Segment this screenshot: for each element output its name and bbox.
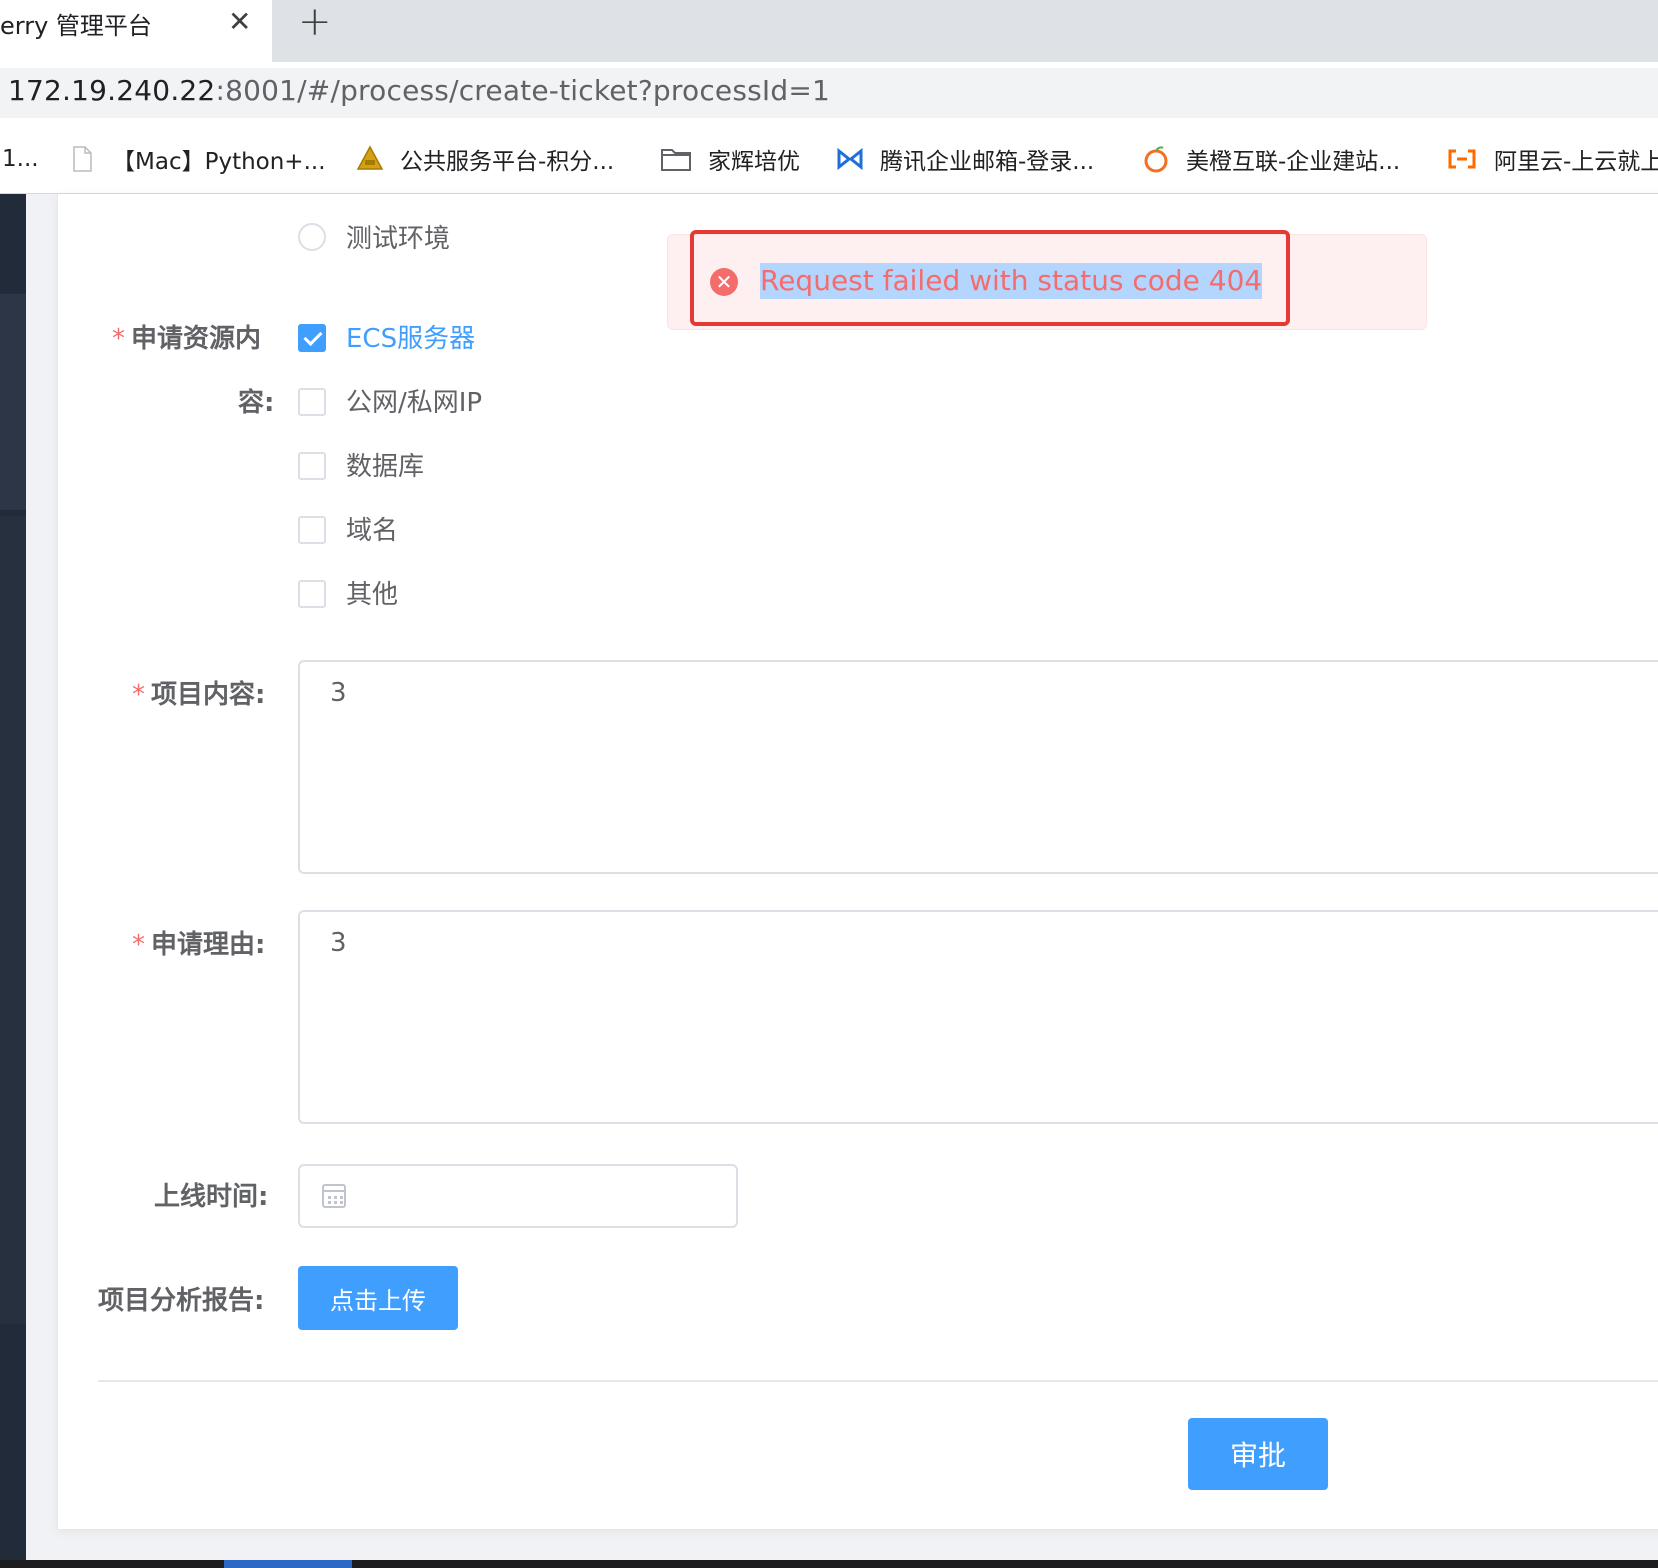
report-label: 项目分析报告: bbox=[98, 1286, 265, 1316]
url-path: :8001/#/process/create-ticket?processId=… bbox=[215, 74, 831, 107]
reason-value: 3 bbox=[330, 928, 347, 958]
reason-textarea[interactable]: 3 bbox=[298, 910, 1658, 1124]
reason-label-text: 申请理由: bbox=[151, 930, 266, 960]
bookmark-item[interactable]: 美橙互联-企业建站... bbox=[1142, 140, 1400, 178]
checkbox-database[interactable] bbox=[298, 452, 326, 480]
checkbox-other[interactable] bbox=[298, 580, 326, 608]
folder-icon bbox=[661, 149, 691, 171]
resource-label: * 申请资源内 bbox=[112, 318, 261, 355]
checkbox-ecs-label[interactable]: ECS服务器 bbox=[346, 318, 475, 355]
checkbox-other-label[interactable]: 其他 bbox=[346, 574, 398, 611]
url-field[interactable]: 172.19.240.22:8001/#/process/create-tick… bbox=[0, 68, 1658, 118]
required-mark: * bbox=[132, 680, 145, 710]
checkbox-ecs[interactable] bbox=[298, 324, 326, 352]
bottom-strip bbox=[0, 1560, 1658, 1568]
bookmark-label: 公共服务平台-积分... bbox=[400, 149, 615, 175]
close-tab-icon[interactable]: ✕ bbox=[228, 6, 251, 38]
checkbox-domain[interactable] bbox=[298, 516, 326, 544]
calendar-icon bbox=[322, 1184, 346, 1208]
checkbox-ip[interactable] bbox=[298, 388, 326, 416]
tab-title: erry 管理平台 bbox=[0, 12, 152, 40]
bookmark-item[interactable]: 公共服务平台-积分... bbox=[356, 140, 614, 178]
bookmarks-bar: 1... 【Mac】Python+... 公共服务平台-积分... 家辉培优 腾… bbox=[0, 124, 1658, 194]
sidebar bbox=[0, 194, 26, 1568]
project-content-textarea[interactable]: 3 bbox=[298, 660, 1658, 874]
emblem-icon bbox=[356, 145, 384, 170]
bookmark-label: 【Mac】Python+... bbox=[112, 149, 326, 175]
upload-button[interactable]: 点击上传 bbox=[298, 1266, 458, 1330]
bookmark-item[interactable]: 1... bbox=[2, 140, 39, 178]
checkbox-domain-label[interactable]: 域名 bbox=[346, 510, 398, 547]
bookmark-label: 家辉培优 bbox=[708, 149, 800, 175]
bookmark-label: 阿里云-上云就上 bbox=[1494, 149, 1658, 175]
bookmark-item[interactable]: 家辉培优 bbox=[660, 140, 800, 178]
checkbox-database-label[interactable]: 数据库 bbox=[346, 446, 424, 483]
bookmark-label: 美橙互联-企业建站... bbox=[1186, 149, 1401, 175]
address-bar: 172.19.240.22:8001/#/process/create-tick… bbox=[0, 62, 1658, 124]
env-radio[interactable] bbox=[298, 223, 326, 251]
online-time-date-picker[interactable] bbox=[298, 1164, 738, 1228]
footer-divider bbox=[98, 1380, 1658, 1382]
env-radio-label[interactable]: 测试环境 bbox=[346, 218, 450, 255]
reason-label: * 申请理由: bbox=[132, 924, 265, 961]
bookmark-item[interactable]: 阿里云-上云就上 bbox=[1446, 140, 1658, 178]
checkbox-ip-label[interactable]: 公网/私网IP bbox=[346, 382, 482, 419]
project-content-label: * 项目内容: bbox=[132, 674, 265, 711]
project-content-value: 3 bbox=[330, 678, 347, 708]
bookmark-item[interactable]: 【Mac】Python+... bbox=[68, 140, 326, 178]
required-mark: * bbox=[112, 324, 125, 354]
aliyun-icon bbox=[1448, 149, 1476, 169]
approve-button[interactable]: 审批 bbox=[1188, 1418, 1328, 1490]
bottom-strip-active bbox=[224, 1560, 352, 1568]
browser-tab[interactable]: erry 管理平台 ✕ bbox=[0, 0, 272, 62]
annotation-highlight-box bbox=[690, 230, 1290, 326]
tencent-mail-icon bbox=[837, 147, 863, 171]
required-mark: * bbox=[132, 930, 145, 960]
browser-tab-bar: erry 管理平台 ✕ + bbox=[0, 0, 1658, 62]
bookmark-label: 1... bbox=[2, 146, 39, 172]
sidebar-band bbox=[0, 516, 26, 1324]
url-text: 172.19.240.22:8001/#/process/create-tick… bbox=[8, 74, 830, 107]
resource-label-text: 申请资源内 bbox=[131, 324, 262, 354]
orange-icon bbox=[1144, 146, 1168, 173]
url-host: 172.19.240.22 bbox=[8, 74, 216, 107]
online-time-label: 上线时间: bbox=[154, 1182, 269, 1212]
page-icon bbox=[73, 146, 92, 172]
sidebar-band bbox=[0, 294, 26, 510]
project-content-label-text: 项目内容: bbox=[151, 680, 266, 710]
bookmark-item[interactable]: 腾讯企业邮箱-登录... bbox=[836, 140, 1094, 178]
bookmark-label: 腾讯企业邮箱-登录... bbox=[880, 149, 1095, 175]
resource-label-cont: 容: bbox=[238, 388, 275, 418]
new-tab-icon[interactable]: + bbox=[298, 2, 332, 42]
